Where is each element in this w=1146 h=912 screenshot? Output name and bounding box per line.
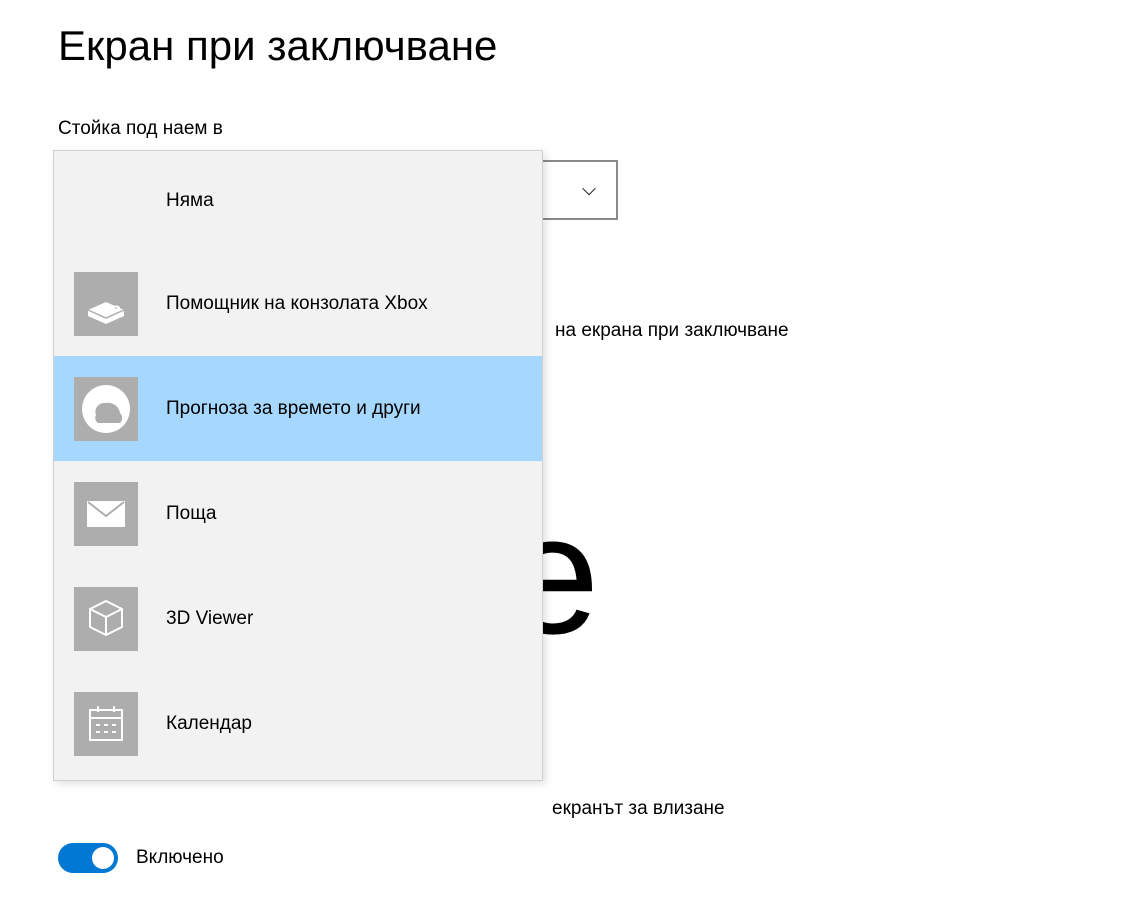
dropdown-item-label: Няма (166, 190, 214, 212)
mail-icon (74, 482, 138, 546)
dropdown-item-label: Календар (166, 713, 252, 735)
calendar-icon (74, 692, 138, 756)
app-selector-list: Няма Помощник на конзолата Xbox Прогноза… (53, 150, 543, 781)
dropdown-item-weather[interactable]: Прогноза за времето и други (54, 356, 542, 461)
dropdown-item-mail[interactable]: Поща (54, 461, 542, 566)
dropdown-item-calendar[interactable]: Календар (54, 671, 542, 776)
section-subtitle: Стойка под наем в (58, 118, 223, 140)
dropdown-item-label: 3D Viewer (166, 608, 253, 630)
cube-icon (74, 587, 138, 651)
dropdown-item-label: Поща (166, 503, 216, 525)
toggle-label: Включено (136, 847, 224, 869)
page-title: Екран при заключване (58, 22, 497, 70)
background-text-signin: екранът за влизане (552, 798, 725, 820)
dropdown-item-xbox[interactable]: Помощник на конзолата Xbox (54, 251, 542, 356)
dropdown-item-none[interactable]: Няма (54, 151, 542, 251)
toggle-knob (92, 847, 114, 869)
toggle-switch[interactable] (58, 843, 118, 873)
weather-icon (74, 377, 138, 441)
dropdown-item-3dviewer[interactable]: 3D Viewer (54, 566, 542, 671)
chevron-down-icon (578, 180, 600, 202)
background-text-lockscreen: на екрана при заключване (555, 320, 789, 342)
dropdown-item-label: Помощник на конзолата Xbox (166, 293, 428, 315)
dropdown-item-label: Прогноза за времето и други (166, 398, 421, 420)
xbox-console-icon (74, 272, 138, 336)
